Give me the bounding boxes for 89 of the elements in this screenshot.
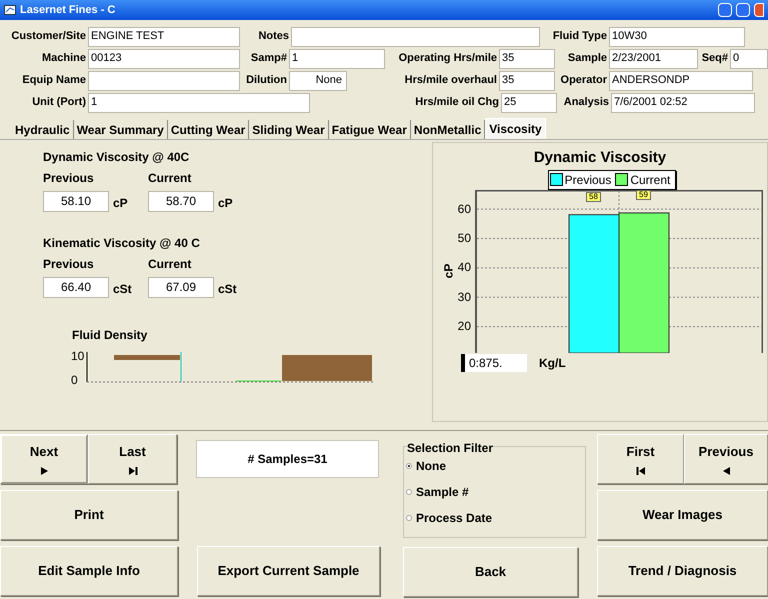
column-label: Current <box>148 256 192 273</box>
skip-end-icon <box>128 466 138 476</box>
play-icon <box>39 466 49 476</box>
skip-start-icon <box>636 466 646 476</box>
trend-diagnosis-button[interactable]: Trend / Diagnosis <box>597 546 768 596</box>
chart-title: Dynamic Viscosity <box>534 148 666 168</box>
unit-label: cSt <box>218 281 237 298</box>
unit-label: cP <box>113 195 129 212</box>
field-label: Equip Name <box>21 73 87 88</box>
text-field[interactable]: ANDERSONDP <box>609 70 753 90</box>
column-label: Previous <box>43 256 95 273</box>
tab[interactable]: Sliding Wear <box>249 120 329 139</box>
samples-count: # Samples=31 <box>196 440 379 478</box>
tab[interactable]: Hydraulic <box>12 120 74 139</box>
tab[interactable]: Wear Summary <box>74 120 168 139</box>
radio-option[interactable]: None <box>406 457 585 475</box>
column-label: Current <box>148 170 192 187</box>
tab[interactable]: Fatigue Wear <box>328 120 411 139</box>
field-label: Notes <box>257 29 290 44</box>
minimize-button[interactable] <box>718 3 732 17</box>
export-button[interactable]: Export Current Sample <box>197 546 380 596</box>
field-label: Dilution <box>245 73 288 88</box>
field-label: Hrs/mile oil Chg <box>414 95 500 110</box>
tick-label: 50 <box>458 232 471 244</box>
first-button[interactable]: First <box>597 434 684 484</box>
field-label: Unit (Port) <box>31 95 87 110</box>
value-field[interactable]: 67.09 <box>148 276 214 298</box>
axis-label: cP <box>440 264 456 278</box>
tick-label: 20 <box>458 320 471 332</box>
field-label: Samp# <box>250 51 288 66</box>
unit-label: cP <box>218 195 233 212</box>
unit-label: cSt <box>113 281 133 298</box>
wear-images-button[interactable]: Wear Images <box>597 490 768 540</box>
radio-option[interactable]: Process Date <box>406 509 585 527</box>
tab[interactable]: Cutting Wear <box>168 120 250 139</box>
field-label: Customer/Site <box>10 29 87 44</box>
text-field[interactable]: ENGINE TEST <box>88 26 240 46</box>
radio-option[interactable]: Sample # <box>406 483 585 501</box>
left-triangle-icon <box>721 466 731 476</box>
maximize-button[interactable] <box>736 3 750 17</box>
group-title: Kinematic Viscosity @ 40 C <box>43 235 201 252</box>
field-label: Seq# <box>700 51 729 66</box>
legend-label: Current <box>630 172 670 188</box>
value-label: 59 <box>636 190 651 200</box>
previous-button[interactable]: Previous <box>684 434 768 484</box>
text-field[interactable]: 0 <box>730 48 768 68</box>
last-button[interactable]: Last <box>88 434 177 484</box>
app-icon <box>4 4 16 16</box>
next-button[interactable]: Next <box>0 434 88 484</box>
print-button[interactable]: Print <box>0 490 178 540</box>
field-label: Sample <box>566 51 608 66</box>
unit-label: Kg/L <box>539 354 566 372</box>
value-field[interactable]: 66.40 <box>43 276 109 298</box>
text-field[interactable] <box>291 26 540 46</box>
text-field[interactable]: 35 <box>499 70 555 90</box>
value-field[interactable]: 58.10 <box>43 190 109 212</box>
field-label: Operator <box>560 73 608 88</box>
text-field[interactable]: 7/6/2001 02:52 <box>611 92 755 112</box>
text-field[interactable]: 35 <box>499 48 555 68</box>
tick-label: 30 <box>458 290 471 303</box>
edit-sample-button[interactable]: Edit Sample Info <box>0 546 178 596</box>
text-field[interactable] <box>88 70 240 90</box>
text-field[interactable]: 25 <box>501 92 557 112</box>
field-label: Operating Hrs/mile <box>398 51 498 66</box>
tab[interactable]: Viscosity <box>485 118 546 139</box>
close-button[interactable] <box>754 3 764 17</box>
group-title: Dynamic Viscosity @ 40C <box>43 149 190 166</box>
column-label: Previous <box>43 170 95 187</box>
window-title: Lasernet Fines - C <box>20 2 116 18</box>
tick-label: 0 <box>71 374 79 386</box>
legend-label: Previous <box>564 172 612 188</box>
text-field[interactable]: 10W30 <box>609 26 745 46</box>
back-button[interactable]: Back <box>403 547 578 597</box>
tick-label: 10 <box>71 350 84 362</box>
field-label: Analysis <box>562 95 610 110</box>
density-field[interactable]: 0:875. <box>461 354 527 372</box>
section-title: Fluid Density <box>72 327 148 344</box>
tick-label: 60 <box>458 202 471 215</box>
field-label: Machine <box>40 51 87 66</box>
field-label: Fluid Type <box>552 29 608 44</box>
text-field[interactable]: 2/23/2001 <box>609 48 698 68</box>
field-label: Hrs/mile overhaul <box>404 73 498 88</box>
value-field[interactable]: 58.70 <box>148 190 214 212</box>
text-field[interactable]: 1 <box>289 48 385 68</box>
tick-label: 40 <box>458 261 471 274</box>
text-field[interactable]: 1 <box>88 92 310 112</box>
value-label: 58 <box>586 192 601 202</box>
text-field[interactable]: 00123 <box>88 48 240 68</box>
text-field[interactable]: None <box>289 70 347 90</box>
